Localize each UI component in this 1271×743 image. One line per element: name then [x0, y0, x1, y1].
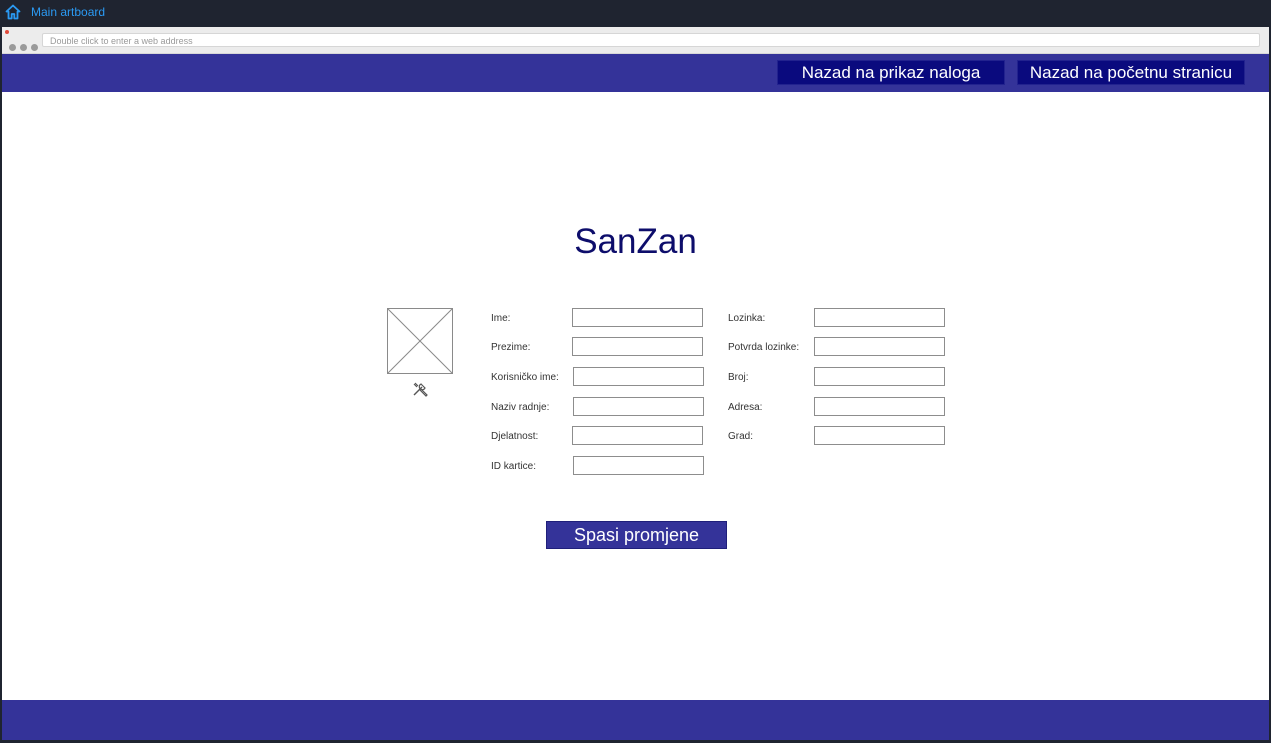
first-name-field[interactable] [572, 308, 703, 327]
first-name-label: Ime: [491, 313, 511, 324]
address-field[interactable] [814, 397, 945, 416]
username-label: Korisničko ime: [491, 372, 559, 383]
back-to-home-button[interactable]: Nazad na početnu stranicu [1017, 60, 1245, 85]
avatar-image [387, 308, 453, 374]
window-dot-icon[interactable] [9, 44, 16, 51]
page-canvas: Nazad na prikaz naloga Nazad na početnu … [2, 54, 1269, 740]
card-id-label: ID kartice: [491, 461, 537, 472]
window-dot-icon[interactable] [31, 44, 38, 51]
confirm-password-label: Potvrda lozinke: [728, 342, 800, 353]
app-topbar: Main artboard [0, 0, 1271, 26]
brand-title: SanZan [574, 222, 697, 261]
city-field[interactable] [814, 426, 945, 445]
password-label: Lozinka: [728, 313, 766, 324]
city-label: Grad: [728, 431, 754, 442]
browser-bar: Double click to enter a web address [2, 27, 1269, 54]
business-activity-label: Djelatnost: [491, 431, 539, 442]
shop-name-label: Naziv radnje: [491, 402, 550, 413]
confirm-password-field[interactable] [814, 337, 945, 356]
number-field[interactable] [814, 367, 945, 386]
last-name-field[interactable] [572, 337, 703, 356]
last-name-label: Prezime: [491, 342, 531, 353]
shop-name-field[interactable] [573, 397, 704, 416]
username-field[interactable] [573, 367, 704, 386]
window-dot-icon[interactable] [20, 44, 27, 51]
save-changes-button[interactable]: Spasi promjene [546, 521, 727, 549]
header-band: Nazad na prikaz naloga Nazad na početnu … [2, 54, 1269, 92]
footer-band [2, 700, 1269, 740]
number-label: Broj: [728, 372, 749, 383]
home-icon[interactable] [5, 4, 21, 20]
card-id-field[interactable] [573, 456, 704, 475]
tools-icon[interactable] [411, 380, 429, 398]
address-label: Adresa: [728, 402, 763, 413]
back-to-account-button[interactable]: Nazad na prikaz naloga [777, 60, 1005, 85]
image-placeholder-icon [388, 309, 452, 373]
business-activity-field[interactable] [572, 426, 703, 445]
artboard-title[interactable]: Main artboard [31, 5, 105, 19]
address-bar[interactable]: Double click to enter a web address [42, 33, 1260, 47]
password-field[interactable] [814, 308, 945, 327]
red-dot-icon [5, 30, 9, 34]
